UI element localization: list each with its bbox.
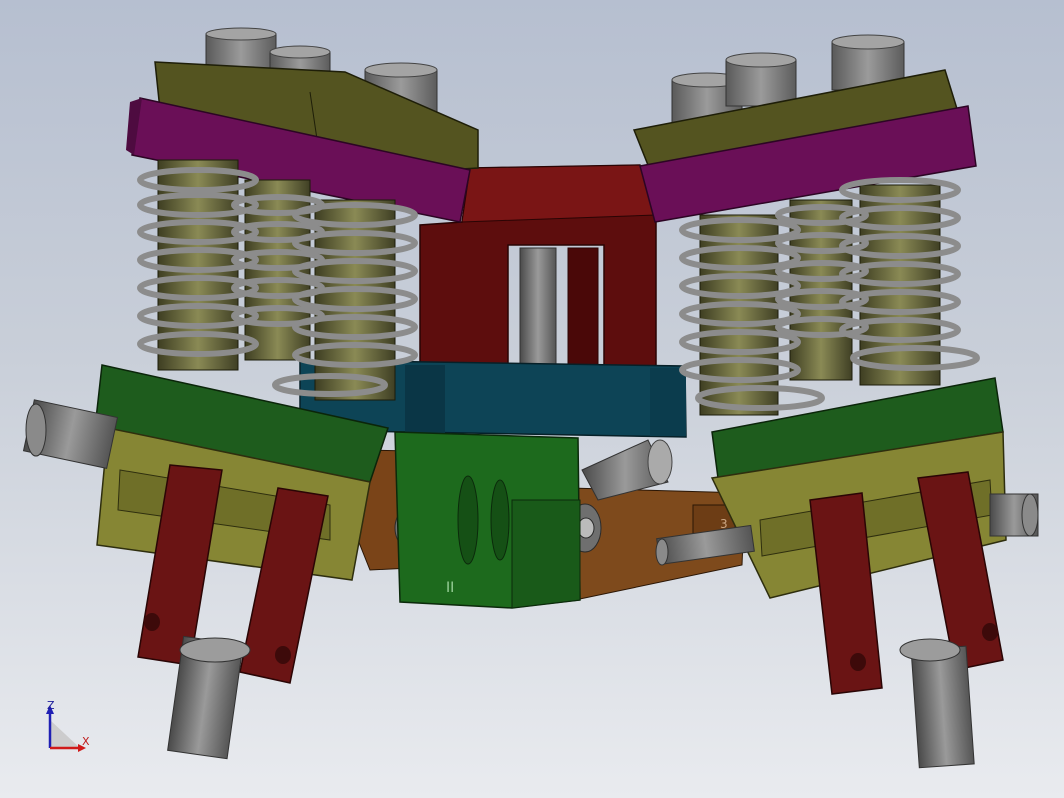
coordinate-triad [46,705,86,752]
triad-z-label: Z [47,699,55,712]
triad-x-label: X [82,735,90,748]
cad-viewport[interactable]: 2 3 II [0,0,1064,798]
triad-plane [50,720,80,748]
green-block-mark: II [446,580,454,596]
right-spring-assembly [632,34,1039,769]
right-springs [679,177,980,416]
mechanical-assembly-model[interactable]: 2 3 II [0,0,1064,798]
right-bottom-pin [910,645,975,769]
center-rod [519,247,557,379]
